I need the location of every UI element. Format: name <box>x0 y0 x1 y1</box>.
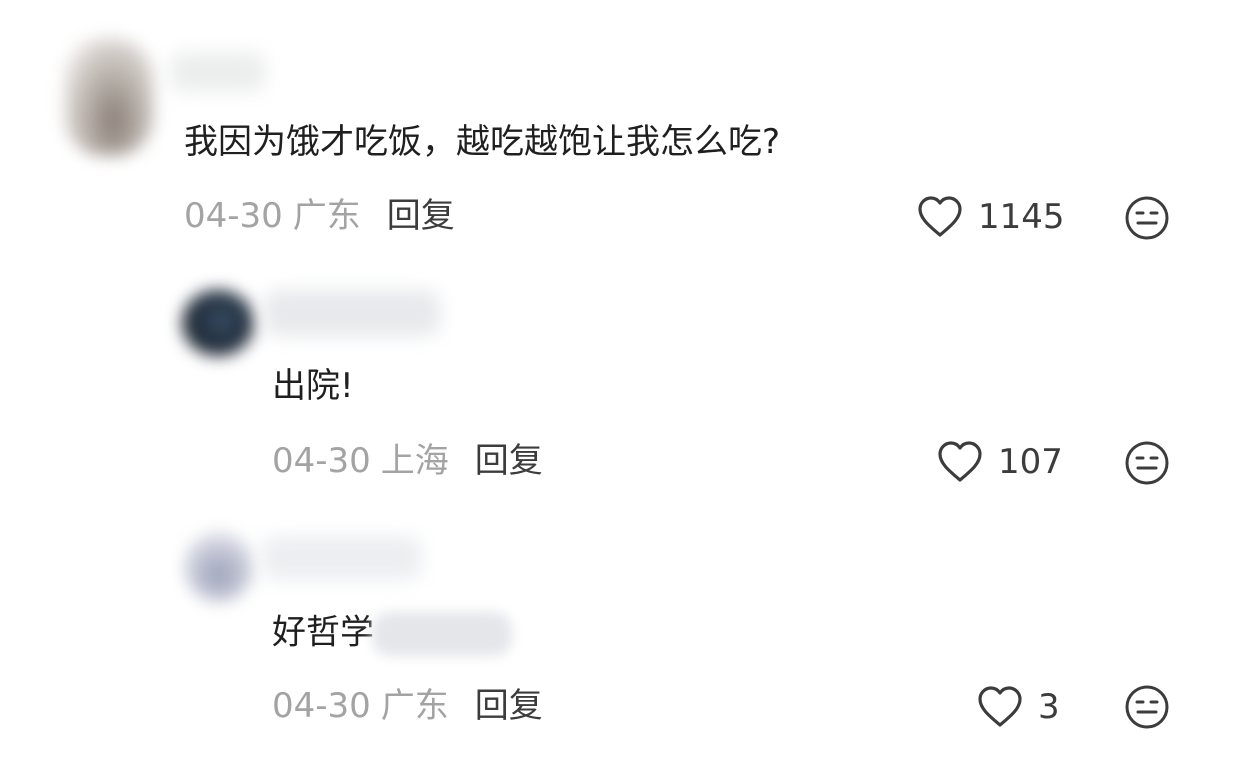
avatar[interactable] <box>184 532 254 602</box>
username-redacted[interactable] <box>262 536 422 580</box>
comment-date: 04-30 <box>272 686 371 726</box>
comment-region: 广东 <box>292 196 361 236</box>
reply-button[interactable]: 回复 <box>387 196 455 236</box>
comment-text: 出院! <box>272 366 354 406</box>
heart-outline-icon <box>918 196 962 237</box>
comment-date: 04-30 <box>184 196 283 236</box>
username-redacted[interactable] <box>264 290 440 336</box>
like-button[interactable]: 1145 <box>916 192 1065 242</box>
comment-meta: 04-30 上海 回复 <box>272 441 543 481</box>
comment-meta: 04-30 广东 回复 <box>272 686 543 726</box>
comment-region: 广东 <box>380 686 449 726</box>
heart-outline-icon <box>938 441 982 482</box>
avatar[interactable] <box>182 290 254 356</box>
neutral-face-icon[interactable] <box>1124 195 1170 241</box>
comment-text-visible: 好哲学 <box>272 612 374 653</box>
like-button[interactable]: 107 <box>936 437 1063 487</box>
username-redacted[interactable] <box>170 52 266 92</box>
reply-button[interactable]: 回复 <box>475 686 543 726</box>
neutral-face-icon[interactable] <box>1124 684 1170 730</box>
heart-outline-icon <box>978 686 1022 727</box>
redacted-text <box>372 612 512 656</box>
reply-button[interactable]: 回复 <box>475 441 543 481</box>
like-count: 107 <box>998 442 1063 482</box>
like-count: 3 <box>1038 687 1060 727</box>
comment-date: 04-30 <box>272 441 371 481</box>
comment-thread: 我因为饿才吃饭，越吃越饱让我怎么吃? 04-30 广东 回复 1145 出院! 04… <box>0 0 1236 768</box>
comment-text: 我因为饿才吃饭，越吃越饱让我怎么吃? <box>184 122 781 162</box>
comment-text: 好哲学 <box>272 612 512 656</box>
like-button[interactable]: 3 <box>976 682 1060 732</box>
comment-region: 上海 <box>380 441 449 481</box>
like-count: 1145 <box>978 197 1065 237</box>
comment-meta: 04-30 广东 回复 <box>184 196 455 236</box>
neutral-face-icon[interactable] <box>1124 440 1170 486</box>
avatar[interactable] <box>64 38 154 156</box>
